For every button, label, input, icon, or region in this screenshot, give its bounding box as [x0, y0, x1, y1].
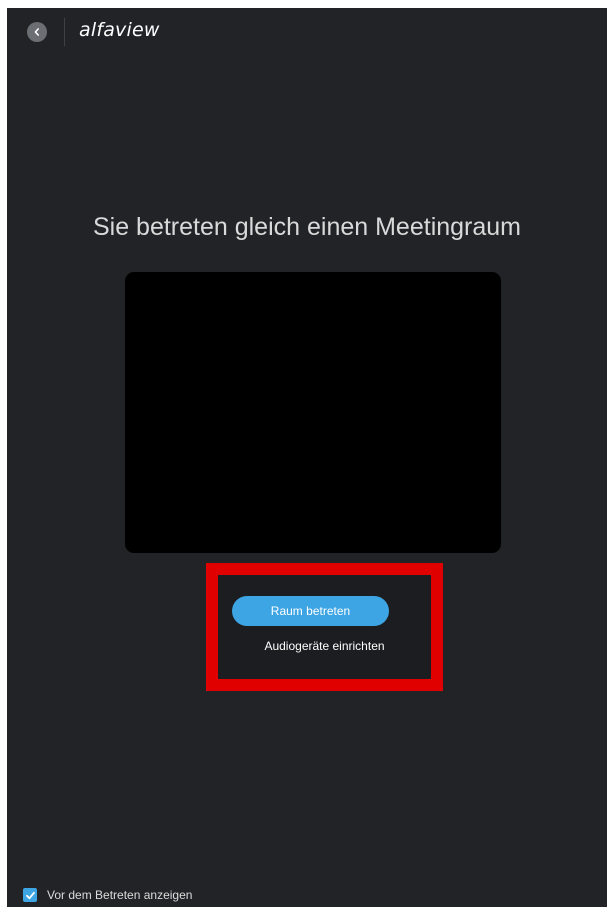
title-bar: alfaview	[7, 8, 607, 56]
page-title: Sie betreten gleich einen Meetingraum	[92, 213, 522, 241]
video-preview	[125, 272, 501, 553]
checkmark-icon	[25, 891, 35, 899]
back-button[interactable]	[27, 22, 47, 42]
title-divider	[64, 18, 65, 46]
chevron-left-icon	[34, 28, 39, 36]
show-before-join-checkbox[interactable]	[23, 888, 37, 902]
highlight-box: Raum betreten Audiogeräte einrichten	[206, 563, 443, 691]
join-room-button[interactable]: Raum betreten	[232, 596, 389, 626]
lobby-window: alfaview Sie betreten gleich einen Meeti…	[7, 8, 607, 907]
footer: Vor dem Betreten anzeigen	[23, 888, 192, 902]
app-logo: alfaview	[79, 19, 160, 41]
audio-setup-link[interactable]: Audiogeräte einrichten	[218, 639, 431, 653]
show-before-join-label: Vor dem Betreten anzeigen	[47, 888, 193, 902]
